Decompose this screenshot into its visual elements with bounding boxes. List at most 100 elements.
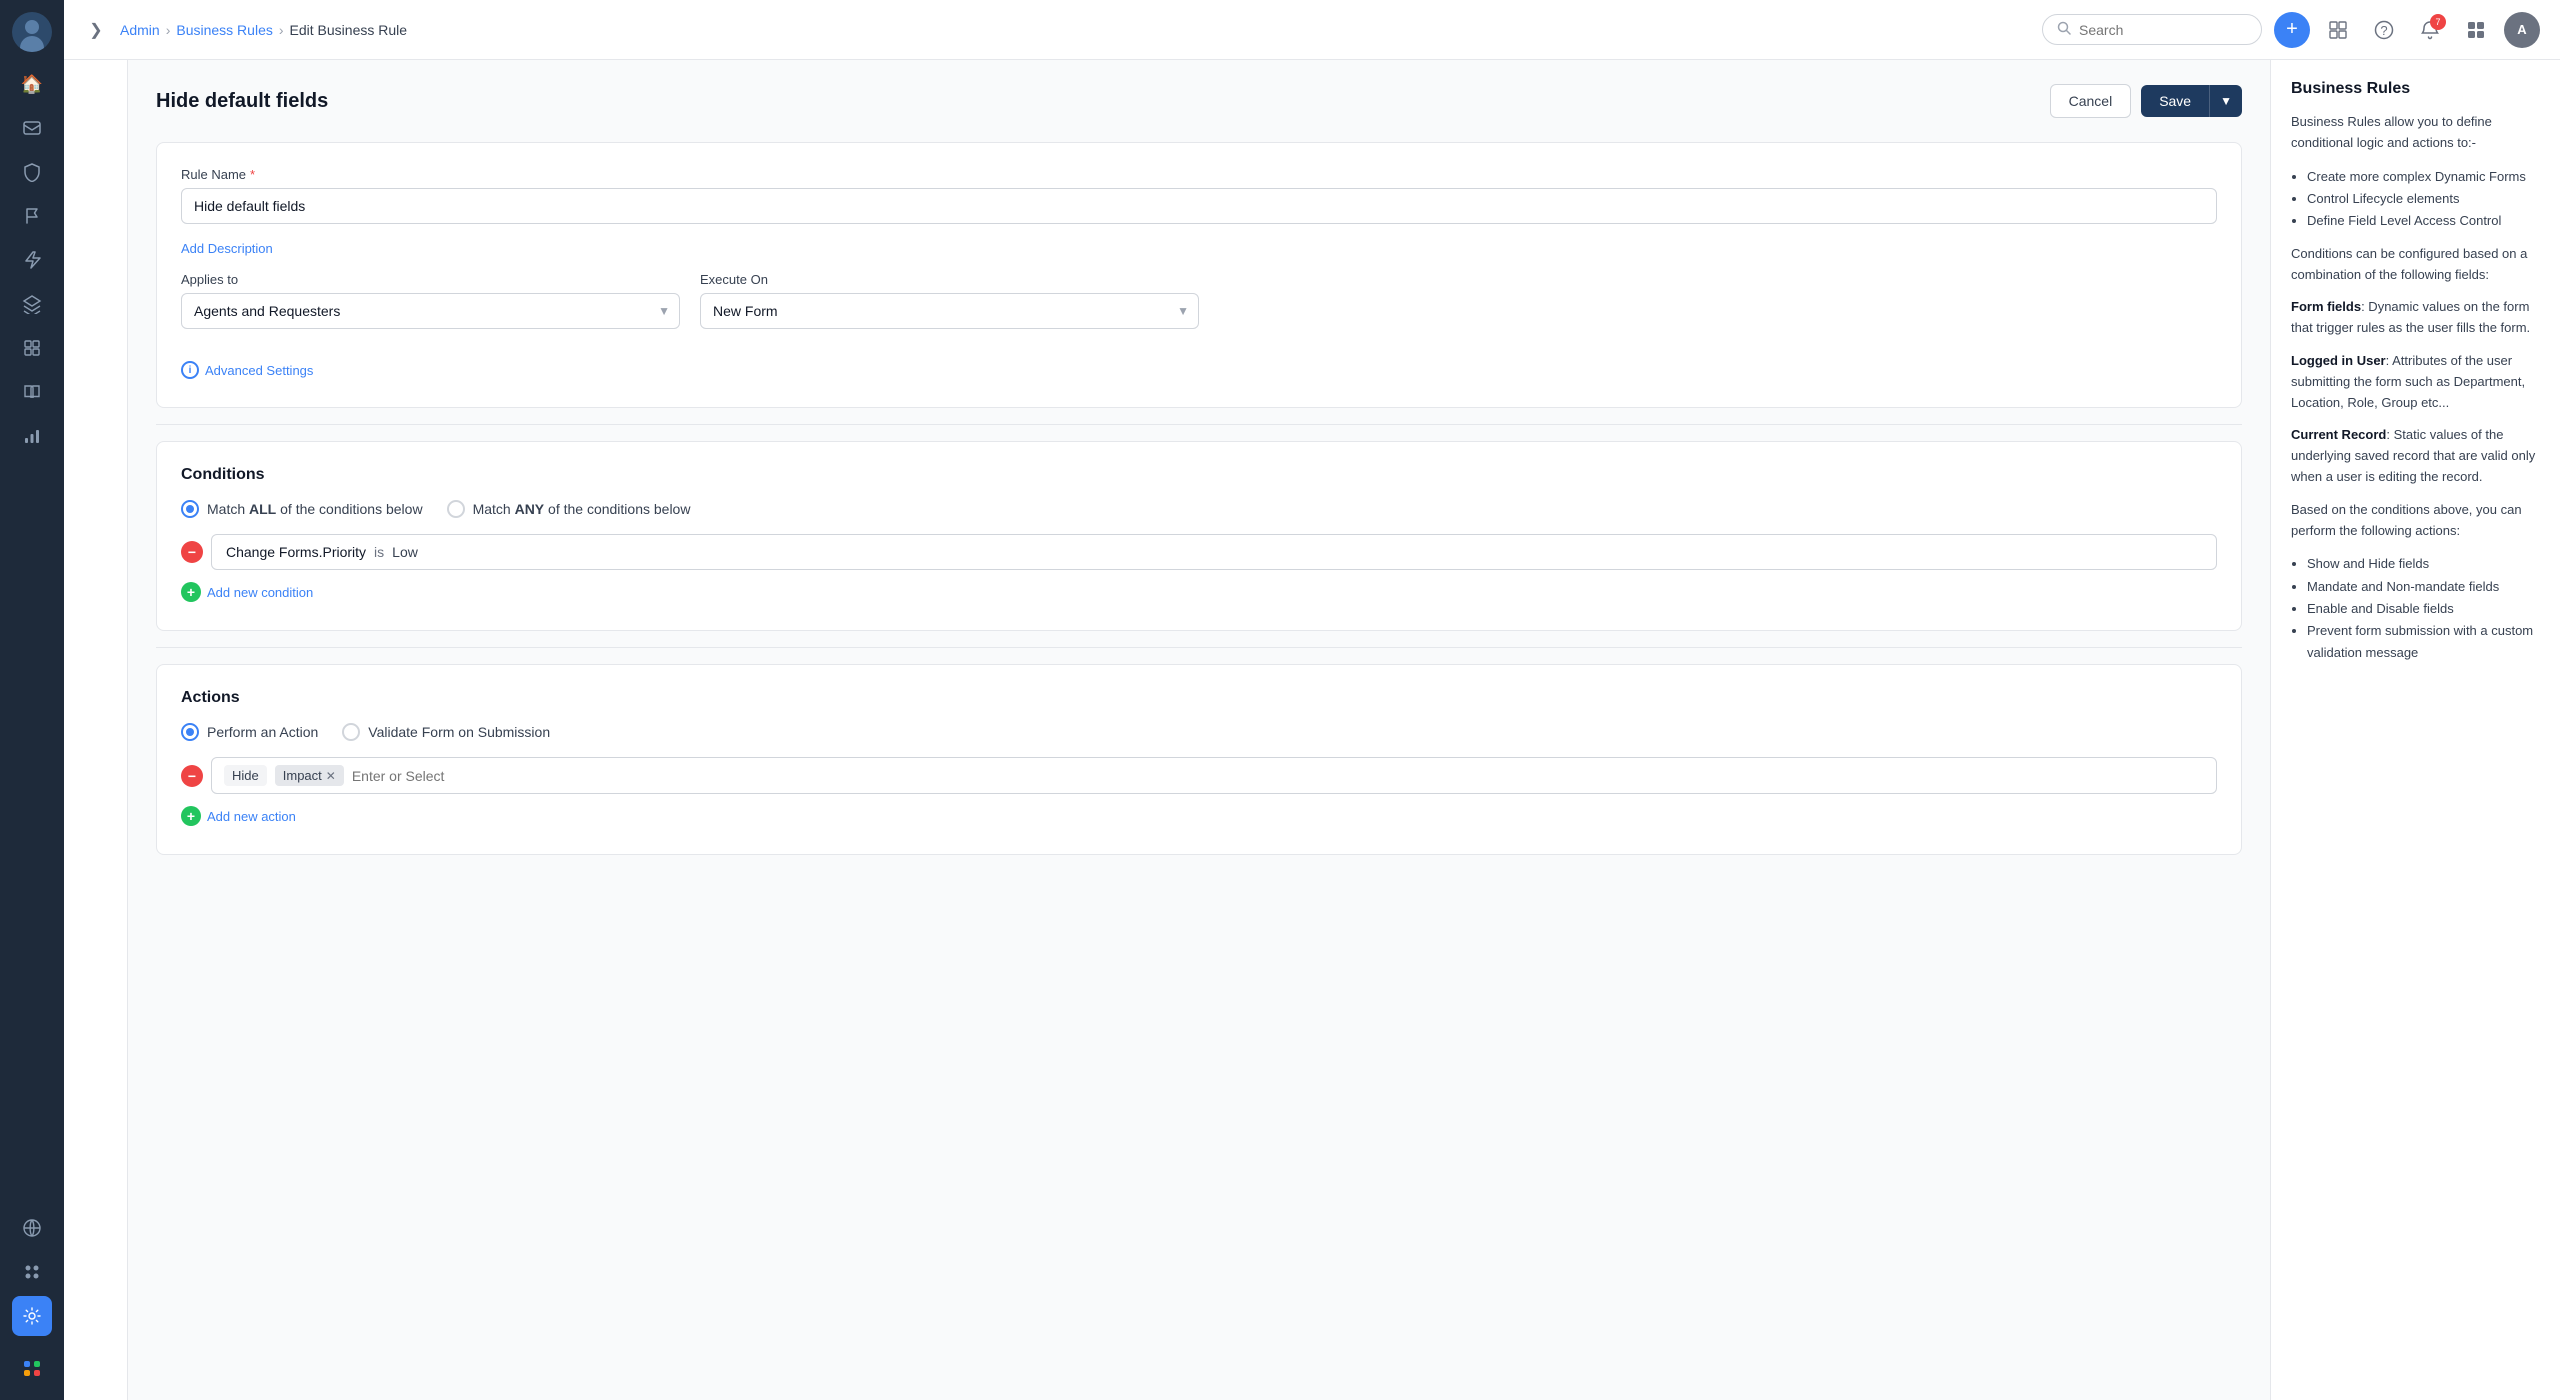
apps-icon-btn[interactable] <box>2458 12 2494 48</box>
add-action-label[interactable]: Add new action <box>207 809 296 824</box>
action-field-remove[interactable]: ✕ <box>326 769 336 783</box>
sidebar-apps-icon[interactable] <box>12 1348 52 1388</box>
help-action-bullet-1: Show and Hide fields <box>2307 553 2540 575</box>
help-icon-btn[interactable]: ? <box>2366 12 2402 48</box>
execute-on-label: Execute On <box>700 272 1199 287</box>
perform-action-option[interactable]: Perform an Action <box>181 723 318 741</box>
help-action-bullets: Show and Hide fields Mandate and Non-man… <box>2291 553 2540 663</box>
actions-section: Actions Perform an Action Validate Form … <box>156 664 2242 855</box>
add-description-link[interactable]: Add Description <box>181 241 273 256</box>
help-bullets: Create more complex Dynamic Forms Contro… <box>2291 166 2540 232</box>
help-action-bullet-2: Mandate and Non-mandate fields <box>2307 576 2540 598</box>
add-condition-icon: + <box>181 582 201 602</box>
sidebar-item-flag[interactable] <box>12 196 52 236</box>
advanced-settings-label[interactable]: Advanced Settings <box>205 363 313 378</box>
validate-form-radio[interactable] <box>342 723 360 741</box>
sidebar-item-inbox[interactable] <box>12 108 52 148</box>
avatar[interactable] <box>12 12 52 52</box>
condition-box: Change Forms.Priority is Low <box>211 534 2217 570</box>
rule-name-input[interactable] <box>181 188 2217 224</box>
conditions-title: Conditions <box>181 466 2217 484</box>
conditions-section: Conditions Match ALL of the conditions b… <box>156 441 2242 631</box>
applies-to-group: Applies to Agents and Requesters Agents … <box>181 272 680 329</box>
add-condition-label[interactable]: Add new condition <box>207 585 313 600</box>
left-nav <box>64 60 128 1400</box>
right-sidebar: Business Rules Business Rules allow you … <box>2270 60 2560 1400</box>
content-area: Hide default fields Cancel Save ▼ Rule N… <box>64 60 2560 1400</box>
main-content: Hide default fields Cancel Save ▼ Rule N… <box>128 60 2270 1400</box>
search-icon <box>2057 21 2071 38</box>
save-dropdown-button[interactable]: ▼ <box>2209 85 2242 117</box>
validate-form-option[interactable]: Validate Form on Submission <box>342 723 550 741</box>
help-logged-in-user: Logged in User: Attributes of the user s… <box>2291 351 2540 413</box>
sidebar-item-gear[interactable] <box>12 1296 52 1336</box>
sidebar-item-book[interactable] <box>12 372 52 412</box>
breadcrumb-sep1: › <box>166 22 171 38</box>
applies-to-select-wrap: Agents and Requesters Agents only Reques… <box>181 293 680 329</box>
condition-value: Low <box>392 544 418 560</box>
sidebar-item-apps[interactable] <box>12 1252 52 1292</box>
add-condition-button[interactable]: + Add new condition <box>181 582 2217 602</box>
condition-remove-button[interactable]: − <box>181 541 203 563</box>
perform-action-label: Perform an Action <box>207 724 318 740</box>
help-action-bullet-3: Enable and Disable fields <box>2307 598 2540 620</box>
match-any-option[interactable]: Match ANY of the conditions below <box>447 500 691 518</box>
add-button[interactable]: + <box>2274 12 2310 48</box>
grid-icon-btn[interactable] <box>2320 12 2356 48</box>
sidebar-toggle[interactable]: ❯ <box>84 18 108 42</box>
breadcrumb-admin[interactable]: Admin <box>120 22 160 38</box>
match-all-option[interactable]: Match ALL of the conditions below <box>181 500 423 518</box>
rule-name-group: Rule Name * <box>181 167 2217 224</box>
search-input[interactable] <box>2079 22 2247 38</box>
match-any-radio[interactable] <box>447 500 465 518</box>
action-box: Hide Impact ✕ <box>211 757 2217 794</box>
conditions-radio-group: Match ALL of the conditions below Match … <box>181 500 2217 518</box>
sidebar: 🏠 <box>0 0 64 1400</box>
sidebar-item-home[interactable]: 🏠 <box>12 64 52 104</box>
help-form-fields: Form fields: Dynamic values on the form … <box>2291 297 2540 339</box>
sidebar-item-bolt[interactable] <box>12 240 52 280</box>
sidebar-item-chart[interactable] <box>12 416 52 456</box>
help-intro: Business Rules allow you to define condi… <box>2291 112 2540 154</box>
action-type-tag: Hide <box>224 765 267 786</box>
validate-form-label: Validate Form on Submission <box>368 724 550 740</box>
help-title: Business Rules <box>2291 80 2540 98</box>
actions-radio-group: Perform an Action Validate Form on Submi… <box>181 723 2217 741</box>
save-button-group: Save ▼ <box>2141 85 2242 117</box>
cancel-button[interactable]: Cancel <box>2050 84 2132 118</box>
search-box[interactable] <box>2042 14 2262 45</box>
action-field-input[interactable] <box>352 768 2204 784</box>
page-header: Hide default fields Cancel Save ▼ <box>156 84 2242 118</box>
topbar-actions: + ? 7 A <box>2274 12 2540 48</box>
actions-title: Actions <box>181 689 2217 707</box>
help-bullet-3: Define Field Level Access Control <box>2307 210 2540 232</box>
action-remove-button[interactable]: − <box>181 765 203 787</box>
match-all-radio[interactable] <box>181 500 199 518</box>
add-action-button[interactable]: + Add new action <box>181 806 2217 826</box>
sidebar-item-shield[interactable] <box>12 152 52 192</box>
breadcrumb-current: Edit Business Rule <box>290 22 408 38</box>
form-section: Rule Name * Add Description Applies to A… <box>156 142 2242 408</box>
topbar: ❯ Admin › Business Rules › Edit Business… <box>64 0 2560 60</box>
execute-on-group: Execute On New Form Edit Form On Submit … <box>700 272 1199 329</box>
advanced-settings-row[interactable]: i Advanced Settings <box>181 361 2217 379</box>
action-row: − Hide Impact ✕ <box>181 757 2217 794</box>
svg-text:?: ? <box>2380 23 2387 38</box>
match-all-label: Match ALL of the conditions below <box>207 501 423 517</box>
applies-execute-row: Applies to Agents and Requesters Agents … <box>181 272 2217 345</box>
perform-action-radio[interactable] <box>181 723 199 741</box>
help-action-bullet-4: Prevent form submission with a custom va… <box>2307 620 2540 664</box>
breadcrumb-sep2: › <box>279 22 284 38</box>
execute-on-select[interactable]: New Form Edit Form On Submit <box>700 293 1199 329</box>
sidebar-item-globe[interactable] <box>12 1208 52 1248</box>
user-avatar[interactable]: A <box>2504 12 2540 48</box>
page-title: Hide default fields <box>156 90 328 113</box>
sidebar-item-layers[interactable] <box>12 284 52 324</box>
applies-to-select[interactable]: Agents and Requesters Agents only Reques… <box>181 293 680 329</box>
action-field-tag: Impact ✕ <box>275 765 344 786</box>
breadcrumb-business-rules[interactable]: Business Rules <box>176 22 273 38</box>
help-bullet-2: Control Lifecycle elements <box>2307 188 2540 210</box>
notification-icon-btn[interactable]: 7 <box>2412 12 2448 48</box>
sidebar-item-data[interactable] <box>12 328 52 368</box>
save-button[interactable]: Save <box>2141 85 2209 117</box>
